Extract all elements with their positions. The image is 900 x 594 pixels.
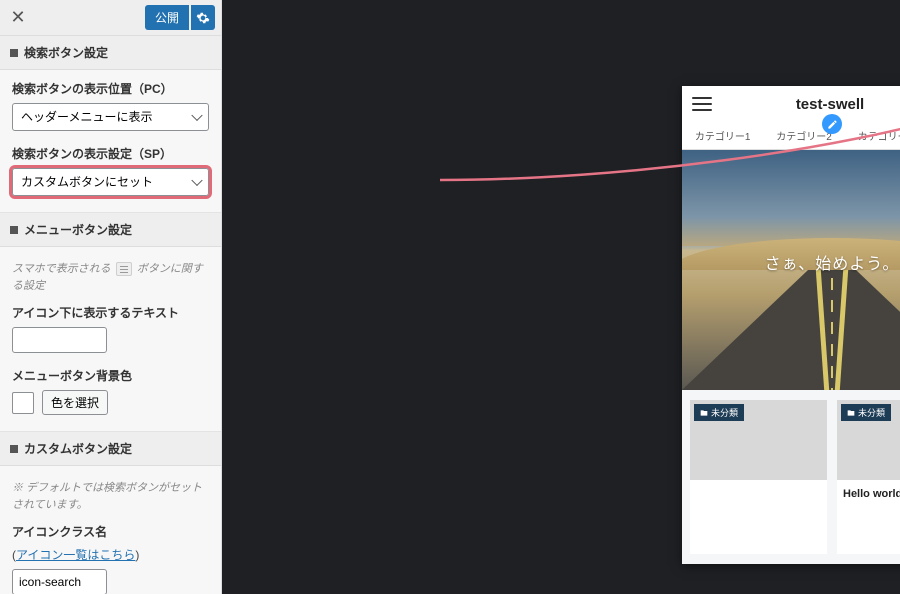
- menu-note: スマホで表示される ボタンに関する設定: [12, 261, 209, 294]
- icon-list-link[interactable]: アイコン一覧はこちら: [16, 548, 135, 562]
- custom-note: ※ デフォルトでは検索ボタンがセットされています。: [12, 480, 209, 513]
- section-body-custom: ※ デフォルトでは検索ボタンがセットされています。 アイコンクラス名 (アイコン…: [0, 466, 221, 594]
- select-pc-position[interactable]: ヘッダーメニューに表示: [12, 103, 209, 131]
- field-label-pc: 検索ボタンの表示位置（PC）: [12, 80, 209, 97]
- color-pick-button[interactable]: 色を選択: [42, 390, 108, 415]
- post-category-tag[interactable]: 未分類: [694, 404, 744, 421]
- select-pc-position-wrap: ヘッダーメニューに表示: [12, 103, 209, 131]
- hero-text: さぁ、始めよう。: [682, 250, 900, 274]
- color-picker-row: 色を選択: [12, 390, 209, 415]
- hero-decoration: [682, 270, 900, 390]
- mobile-header: test-swell: [682, 86, 900, 122]
- site-title[interactable]: test-swell: [796, 96, 864, 113]
- select-sp-setting[interactable]: カスタムボタンにセット: [12, 168, 209, 196]
- field-label-menu-icon-text: アイコン下に表示するテキスト: [12, 304, 209, 321]
- gear-icon: [196, 11, 210, 25]
- hamburger-icon: [116, 262, 132, 276]
- field-label-menu-bgcolor: メニューボタン背景色: [12, 367, 209, 384]
- icon-class-input[interactable]: [12, 569, 107, 594]
- field-label-icon-class: アイコンクラス名: [12, 523, 209, 540]
- post-thumbnail: 未分類: [837, 400, 900, 480]
- post-grid: 未分類 未分類 Hello world!: [682, 390, 900, 564]
- section-title: メニューボタン設定: [24, 221, 132, 238]
- section-body-menu: スマホで表示される ボタンに関する設定 アイコン下に表示するテキスト メニューボ…: [0, 247, 221, 432]
- category-tab[interactable]: カテゴリー1: [695, 128, 751, 143]
- select-sp-setting-wrap: カスタムボタンにセット: [12, 168, 209, 196]
- post-category-tag[interactable]: 未分類: [841, 404, 891, 421]
- mobile-preview: test-swell カテゴリー1 カテゴリー2 カテゴリー3 未分類 さぁ、始…: [682, 86, 900, 564]
- publish-button[interactable]: 公開: [145, 5, 189, 30]
- edit-badge[interactable]: [822, 114, 842, 134]
- section-header-menu: メニューボタン設定: [0, 213, 221, 247]
- hamburger-button[interactable]: [692, 97, 712, 111]
- close-panel-button[interactable]: ✕: [0, 0, 36, 36]
- customizer-panel: ✕ 公開 検索ボタン設定 検索ボタンの表示位置（PC） ヘッダーメニューに表示 …: [0, 0, 222, 594]
- category-tab[interactable]: カテゴリー3: [858, 128, 900, 143]
- section-header-search: 検索ボタン設定: [0, 36, 221, 70]
- preview-area: test-swell カテゴリー1 カテゴリー2 カテゴリー3 未分類 さぁ、始…: [222, 0, 900, 594]
- post-thumbnail: 未分類: [690, 400, 827, 480]
- menu-icon-text-input[interactable]: [12, 327, 107, 353]
- folder-icon: [700, 409, 708, 417]
- panel-topbar: ✕ 公開: [0, 0, 221, 36]
- hero-image: さぁ、始めよう。: [682, 150, 900, 390]
- section-title: カスタムボタン設定: [24, 440, 132, 457]
- post-card[interactable]: 未分類: [690, 400, 827, 554]
- category-nav: カテゴリー1 カテゴリー2 カテゴリー3 未分類: [682, 122, 900, 150]
- post-title: Hello world!: [837, 480, 900, 518]
- section-title: 検索ボタン設定: [24, 44, 108, 61]
- post-title: [690, 480, 827, 518]
- post-card[interactable]: 未分類 Hello world!: [837, 400, 900, 554]
- panel-top-actions: 公開: [145, 5, 221, 30]
- field-label-sp: 検索ボタンの表示設定（SP）: [12, 145, 209, 162]
- folder-icon: [847, 409, 855, 417]
- publish-settings-button[interactable]: [191, 5, 215, 30]
- color-swatch[interactable]: [12, 392, 34, 414]
- section-header-custom: カスタムボタン設定: [0, 432, 221, 466]
- pencil-icon: [827, 119, 838, 130]
- section-body-search: 検索ボタンの表示位置（PC） ヘッダーメニューに表示 検索ボタンの表示設定（SP…: [0, 70, 221, 213]
